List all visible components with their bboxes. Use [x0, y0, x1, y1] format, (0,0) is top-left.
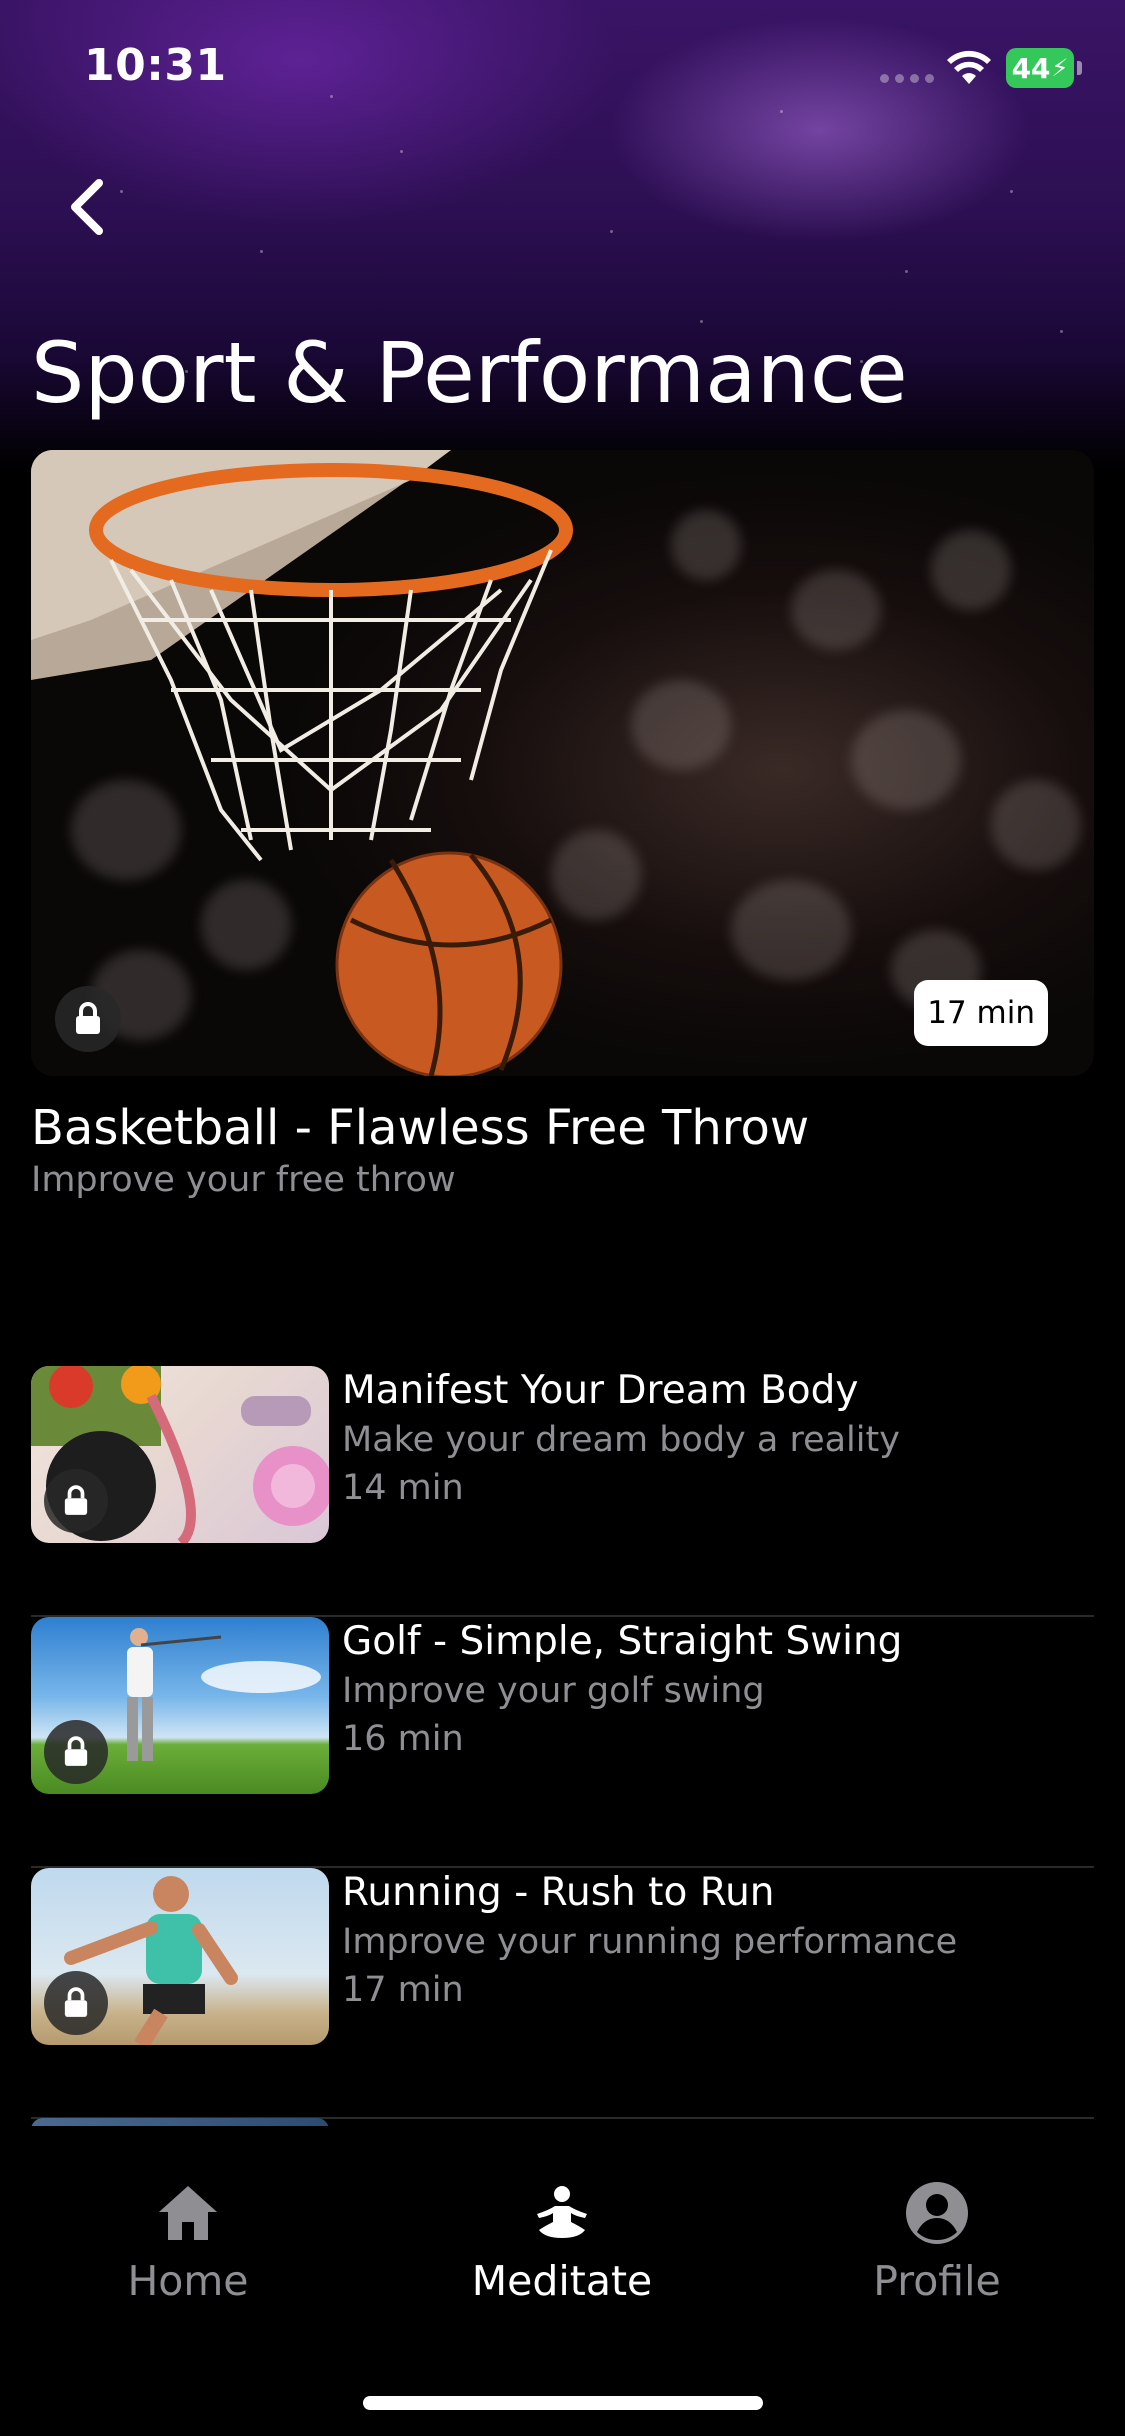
session-thumbnail: [31, 1617, 329, 1794]
tab-label: Meditate: [471, 2257, 653, 2305]
tab-label: Home: [127, 2257, 249, 2305]
featured-subtitle: Improve your free throw: [31, 1160, 456, 1200]
session-duration: 14 min: [342, 1468, 464, 1508]
session-subtitle: Improve your golf swing: [342, 1671, 765, 1711]
list-item[interactable]: Manifest Your Dream Body Make your dream…: [31, 1366, 1094, 1617]
list-item[interactable]: Golf - Simple, Straight Swing Improve yo…: [31, 1617, 1094, 1868]
session-subtitle: Make your dream body a reality: [342, 1420, 900, 1460]
featured-session-card[interactable]: 17 min Basketball - Flawless Free Throw …: [31, 450, 1094, 1202]
tab-home[interactable]: Home: [38, 2180, 338, 2310]
session-title: Manifest Your Dream Body: [342, 1368, 859, 1413]
session-thumbnail: [31, 1366, 329, 1543]
lock-badge: [44, 1971, 108, 2035]
chevron-left-icon: [71, 179, 103, 235]
session-thumbnail: [31, 1868, 329, 2045]
session-title: Running - Rush to Run: [342, 1870, 775, 1915]
tab-profile[interactable]: Profile: [787, 2180, 1087, 2310]
home-icon: [159, 2186, 217, 2240]
tab-label: Profile: [873, 2257, 1001, 2305]
duration-badge: 17 min: [914, 980, 1048, 1046]
session-info: Golf - Simple, Straight Swing Improve yo…: [342, 1617, 902, 1763]
home-indicator: [363, 2396, 763, 2410]
session-duration: 17 min: [342, 1970, 464, 2010]
status-bar: 10:31 44 ⚡: [0, 0, 1125, 140]
session-info: Manifest Your Dream Body Make your dream…: [342, 1366, 900, 1512]
page-title: Sport & Performance: [31, 324, 908, 422]
cellular-signal-icon: [880, 74, 934, 83]
featured-image[interactable]: 17 min: [31, 450, 1094, 1076]
lock-icon: [64, 1987, 88, 2017]
status-time: 10:31: [84, 40, 227, 91]
back-button[interactable]: [52, 172, 122, 242]
battery-charging-icon: 44 ⚡: [1006, 48, 1082, 88]
featured-title: Basketball - Flawless Free Throw: [31, 1100, 810, 1156]
lock-badge: [55, 986, 121, 1052]
session-subtitle: Improve your running performance: [342, 1922, 958, 1962]
list-item[interactable]: Running - Rush to Run Improve your runni…: [31, 1868, 1094, 2119]
session-list: Manifest Your Dream Body Make your dream…: [31, 1366, 1094, 2119]
lock-icon: [76, 1002, 100, 1034]
profile-icon: [906, 2182, 968, 2244]
session-title: Golf - Simple, Straight Swing: [342, 1619, 903, 1664]
wifi-icon: [947, 50, 991, 84]
tab-meditate[interactable]: Meditate: [412, 2180, 712, 2310]
bolt-icon: ⚡: [1051, 54, 1069, 82]
lock-icon: [64, 1736, 88, 1766]
meditate-icon: [537, 2186, 587, 2238]
tab-bar: Home Meditate Profile: [0, 2126, 1125, 2436]
battery-level: 44: [1011, 51, 1051, 85]
session-info: Running - Rush to Run Improve your runni…: [342, 1868, 957, 2014]
lock-badge: [44, 1720, 108, 1784]
lock-badge: [44, 1469, 108, 1533]
lock-icon: [64, 1485, 88, 1515]
session-duration: 16 min: [342, 1719, 464, 1759]
